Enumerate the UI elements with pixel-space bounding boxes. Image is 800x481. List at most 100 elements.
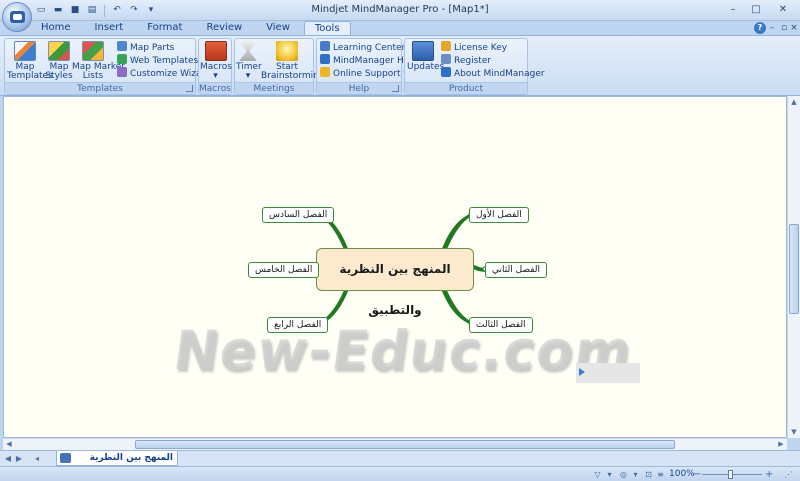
online-support-button[interactable]: Online Support ▾ xyxy=(320,67,408,80)
scroll-right-icon[interactable]: ▶ xyxy=(775,439,787,450)
mindmanager-help-button[interactable]: MindManager Help xyxy=(320,54,418,67)
group-templates: Map Templates Map Styles Map Marker List… xyxy=(4,38,211,95)
mindmanager-logo-icon xyxy=(10,11,25,23)
map-styles-label: Map Styles xyxy=(45,62,73,81)
ribbon-close-icon[interactable]: × xyxy=(788,22,800,34)
prev-doc-icon[interactable]: ◀ xyxy=(3,453,13,464)
group-label-help: Help xyxy=(317,82,401,94)
zoom-in-button[interactable]: + xyxy=(765,468,773,481)
zoom-level: 100% xyxy=(669,469,695,479)
tab-tools[interactable]: Tools xyxy=(303,21,351,36)
scroll-up-icon[interactable]: ▲ xyxy=(788,96,800,108)
horizontal-scroll-thumb[interactable] xyxy=(135,440,675,449)
timer-button[interactable]: Timer ▾ xyxy=(236,41,262,81)
map-canvas[interactable]: المنهج بين النظرية والتطبيق الفصل الأول … xyxy=(3,96,787,438)
hourglass-icon xyxy=(239,41,257,61)
macros-icon xyxy=(204,41,227,61)
customize-wizard-button[interactable]: Customize Wizard xyxy=(117,67,211,80)
topic-chapter-2[interactable]: الفصل الثاني xyxy=(485,262,547,278)
topic-chapter-5[interactable]: الفصل الخامس xyxy=(248,262,320,278)
learning-center-button[interactable]: Learning Center xyxy=(320,41,405,54)
next-doc-icon[interactable]: ▶ xyxy=(14,453,24,464)
group-meetings: Timer ▾ Start Brainstorming Meetings xyxy=(234,38,325,95)
filter-dropdown-icon[interactable]: ▾ xyxy=(604,469,615,480)
macros-button[interactable]: Macros ▾ xyxy=(200,41,232,81)
group-label-product: Product xyxy=(405,82,527,94)
group-label-meetings: Meetings xyxy=(235,82,313,94)
map-marker-lists-button[interactable]: Map Marker Lists xyxy=(72,41,125,81)
help-circle-icon xyxy=(320,54,330,64)
group-label-templates: Templates xyxy=(5,82,195,94)
templates-dialog-launcher[interactable] xyxy=(186,85,193,92)
help-dialog-launcher[interactable] xyxy=(392,85,399,92)
key-icon xyxy=(441,41,451,51)
minimize-button[interactable]: – xyxy=(722,2,744,18)
map-marker-lists-icon xyxy=(82,41,104,61)
tab-insert[interactable]: Insert xyxy=(85,21,134,35)
license-key-label: License Key xyxy=(454,43,508,53)
map-templates-icon xyxy=(14,41,36,61)
about-mindmanager-button[interactable]: About MindManager xyxy=(441,67,545,80)
map-parts-icon xyxy=(117,41,127,51)
register-label: Register xyxy=(454,56,492,66)
maximize-button[interactable]: □ xyxy=(745,2,767,18)
web-templates-button[interactable]: Web Templates xyxy=(117,54,198,67)
start-brainstorming-label: Start Brainstorming xyxy=(261,62,325,81)
map-styles-button[interactable]: Map Styles xyxy=(45,41,73,81)
title-bar: ▭ ▬ ■ ▤ ↶ ↷ ▾ Mindjet MindManager Pro - … xyxy=(0,0,800,21)
updates-icon xyxy=(412,41,434,61)
learning-center-label: Learning Center xyxy=(333,43,406,53)
window-controls: – □ ✕ xyxy=(722,2,798,18)
group-help: Learning Center MindManager Help Online … xyxy=(316,38,418,95)
web-templates-icon xyxy=(117,54,127,64)
group-macros: Macros ▾ Macros xyxy=(198,38,232,95)
ribbon: Map Templates Map Styles Map Marker List… xyxy=(0,35,800,96)
vertical-scroll-thumb[interactable] xyxy=(789,224,799,314)
map-styles-icon xyxy=(48,41,70,61)
info-icon xyxy=(441,67,451,77)
macros-dropdown-arrow: ▾ xyxy=(213,71,218,81)
outline-view-icon[interactable]: ≡ xyxy=(655,469,666,480)
updates-button[interactable]: Updates xyxy=(407,41,444,72)
doc-list-icon[interactable]: ◂ xyxy=(32,453,42,464)
document-tab-bar: ◀ ▶ ◂ المنهج بين النظرية والتطبيق* xyxy=(0,450,800,477)
group-product: Updates License Key Register About MindM… xyxy=(404,38,545,95)
license-key-button[interactable]: License Key xyxy=(441,41,507,54)
vertical-scrollbar[interactable]: ▲ ▼ xyxy=(787,96,800,438)
timer-dropdown-arrow: ▾ xyxy=(245,71,251,81)
wand-icon xyxy=(117,67,127,77)
filter-icon[interactable]: ▽ xyxy=(592,469,603,480)
scroll-left-icon[interactable]: ◀ xyxy=(3,439,15,450)
start-brainstorming-button[interactable]: Start Brainstorming xyxy=(261,41,325,81)
view-mode-icon[interactable]: ◎ xyxy=(618,469,629,480)
horizontal-scrollbar[interactable]: ◀ ▶ xyxy=(3,438,787,450)
fit-map-icon[interactable]: ⊡ xyxy=(643,469,654,480)
ribbon-tab-row: Home Insert Format Review View Tools ? –… xyxy=(0,21,800,36)
topic-chapter-6[interactable]: الفصل السادس xyxy=(262,207,335,223)
status-bar: ▽ ▾ ◎ ▾ ⊡ ≡ 100% − + ⋰ xyxy=(0,466,800,481)
help-icon[interactable]: ? xyxy=(754,22,766,34)
map-templates-button[interactable]: Map Templates xyxy=(7,41,53,81)
tab-view[interactable]: View xyxy=(256,21,300,35)
learning-center-icon xyxy=(320,41,330,51)
tab-review[interactable]: Review xyxy=(196,21,252,35)
close-button[interactable]: ✕ xyxy=(768,2,798,18)
map-parts-button[interactable]: Map Parts xyxy=(117,41,174,54)
ribbon-minimize-icon[interactable]: – xyxy=(766,22,778,34)
central-topic[interactable]: المنهج بين النظرية والتطبيق xyxy=(316,248,474,317)
zoom-out-button[interactable]: − xyxy=(693,468,701,481)
zoom-slider-thumb[interactable] xyxy=(728,470,733,479)
ribbon-tabs: Home Insert Format Review View Tools xyxy=(31,21,355,36)
tab-format[interactable]: Format xyxy=(137,21,192,35)
application-menu-button[interactable] xyxy=(2,2,32,32)
document-tab[interactable]: المنهج بين النظرية والتطبيق* xyxy=(56,451,178,477)
resize-grip-icon[interactable]: ⋰ xyxy=(783,469,794,480)
lightbulb-icon xyxy=(276,41,298,61)
online-support-icon xyxy=(320,67,330,77)
tab-home[interactable]: Home xyxy=(31,21,81,35)
view-dropdown-icon[interactable]: ▾ xyxy=(630,469,641,480)
online-support-label: Online Support ▾ xyxy=(333,69,408,79)
scroll-down-icon[interactable]: ▼ xyxy=(788,426,800,438)
register-button[interactable]: Register xyxy=(441,54,491,67)
topic-chapter-1[interactable]: الفصل الأول xyxy=(469,207,529,223)
